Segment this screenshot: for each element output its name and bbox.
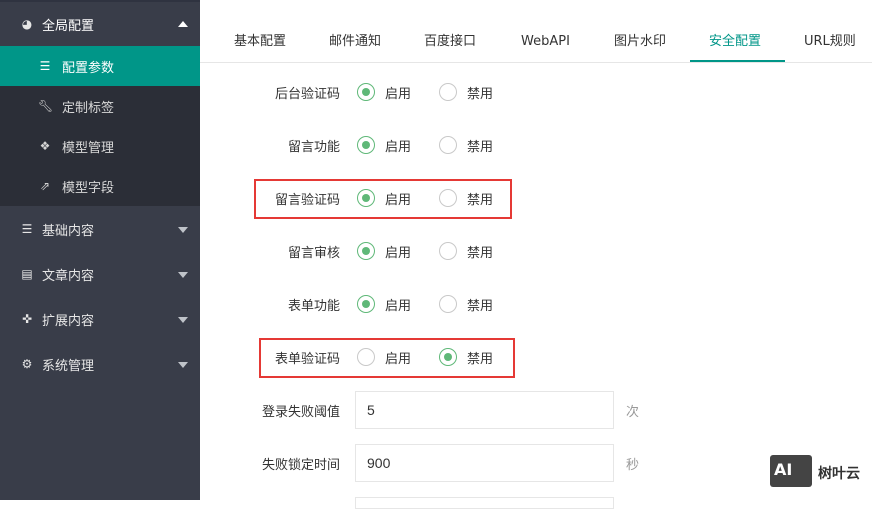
sidebar-item-config-params[interactable]: ☰ 配置参数 — [0, 46, 200, 86]
caret-up-icon — [178, 21, 188, 27]
sliders-icon: ☰ — [39, 59, 51, 73]
tab-baidu-api[interactable]: 百度接口 — [424, 0, 476, 62]
enable-radio[interactable] — [357, 83, 375, 101]
setting-label: 留言功能 — [287, 140, 340, 155]
enable-radio-label[interactable]: 启用 — [385, 136, 411, 155]
field-unit: 秒 — [626, 458, 640, 473]
sliders-icon: ☰ — [21, 222, 33, 236]
disable-radio-label[interactable]: 禁用 — [467, 242, 493, 261]
watermark-name: 树叶云 — [818, 466, 860, 482]
disable-radio[interactable] — [439, 295, 457, 313]
enable-radio-label[interactable]: 启用 — [385, 242, 411, 261]
active-tab-indicator — [690, 60, 785, 62]
sidebar-group-label: 全局配置 — [42, 19, 95, 34]
setting-label: 后台验证码 — [274, 87, 340, 102]
sidebar-group-label: 基础内容 — [42, 224, 95, 239]
disable-radio[interactable] — [439, 242, 457, 260]
sidebar-group-basic-content[interactable]: ☰ 基础内容 — [0, 206, 200, 251]
caret-down-icon — [178, 272, 188, 278]
login-fail-threshold-input[interactable]: 5 — [355, 391, 614, 429]
field-unit: 次 — [626, 405, 640, 420]
sidebar-submenu: ☰ 配置参数 🔧︎ 定制标签 ❖ 模型管理 ⇗ 模型字段 — [0, 46, 200, 206]
puzzle-icon: ✜ — [21, 312, 33, 326]
caret-down-icon — [178, 362, 188, 368]
sidebar-group-extended-content[interactable]: ✜ 扩展内容 — [0, 296, 200, 341]
sidebar-group-article-content[interactable]: ▤ 文章内容 — [0, 251, 200, 296]
lockout-time-input[interactable]: 900 — [355, 444, 614, 482]
sidebar-item-model-management[interactable]: ❖ 模型管理 — [0, 126, 200, 166]
external-link-icon: ⇗ — [39, 179, 51, 193]
enable-radio[interactable] — [357, 242, 375, 260]
tab-basic-config[interactable]: 基本配置 — [234, 0, 286, 62]
disable-radio-label[interactable]: 禁用 — [467, 83, 493, 102]
sidebar-group-label: 扩展内容 — [42, 314, 95, 329]
highlight-box — [254, 179, 512, 219]
next-field-input[interactable] — [355, 497, 614, 509]
enable-radio-label[interactable]: 启用 — [385, 295, 411, 314]
tab-url-rules[interactable]: URL规则 — [804, 0, 856, 62]
caret-down-icon — [178, 227, 188, 233]
watermark-logo: AI 树叶云 — [768, 453, 868, 489]
sidebar: ◕ 全局配置 ☰ 配置参数 🔧︎ 定制标签 ❖ 模型管理 ⇗ 模型字段 ☰ 基础… — [0, 0, 200, 500]
caret-down-icon — [178, 317, 188, 323]
field-label: 登录失败阈值 — [261, 405, 340, 420]
sidebar-group-global-config[interactable]: ◕ 全局配置 — [0, 2, 200, 46]
document-icon: ▤ — [21, 267, 33, 281]
setting-label: 表单功能 — [287, 299, 340, 314]
logo-badge: AI — [770, 455, 812, 487]
gear-icon: ⚙ — [21, 357, 33, 371]
disable-radio-label[interactable]: 禁用 — [467, 136, 493, 155]
enable-radio[interactable] — [357, 136, 375, 154]
sidebar-item-label: 模型管理 — [62, 141, 115, 156]
tab-security-config[interactable]: 安全配置 — [709, 0, 761, 62]
logo-badge-text: AI — [774, 460, 793, 479]
cube-icon: ❖ — [39, 139, 51, 153]
setting-label: 留言审核 — [287, 246, 340, 261]
sidebar-item-label: 定制标签 — [62, 101, 115, 116]
sidebar-group-label: 文章内容 — [42, 269, 95, 284]
tab-webapi[interactable]: WebAPI — [521, 0, 570, 62]
highlight-box — [259, 338, 515, 378]
enable-radio-label[interactable]: 启用 — [385, 83, 411, 102]
dashboard-icon: ◕ — [21, 17, 33, 31]
sidebar-group-system-management[interactable]: ⚙ 系统管理 — [0, 341, 200, 386]
sidebar-item-model-fields[interactable]: ⇗ 模型字段 — [0, 166, 200, 206]
sidebar-item-label: 配置参数 — [62, 61, 115, 76]
disable-radio[interactable] — [439, 136, 457, 154]
field-label: 失败锁定时间 — [261, 458, 340, 473]
sidebar-item-custom-tags[interactable]: 🔧︎ 定制标签 — [0, 86, 200, 126]
tab-email-notification[interactable]: 邮件通知 — [329, 0, 381, 62]
enable-radio[interactable] — [357, 295, 375, 313]
sidebar-group-label: 系统管理 — [42, 359, 95, 374]
tab-image-watermark[interactable]: 图片水印 — [614, 0, 666, 62]
disable-radio[interactable] — [439, 83, 457, 101]
disable-radio-label[interactable]: 禁用 — [467, 295, 493, 314]
sidebar-item-label: 模型字段 — [62, 181, 115, 196]
wrench-icon: 🔧︎ — [38, 99, 54, 113]
